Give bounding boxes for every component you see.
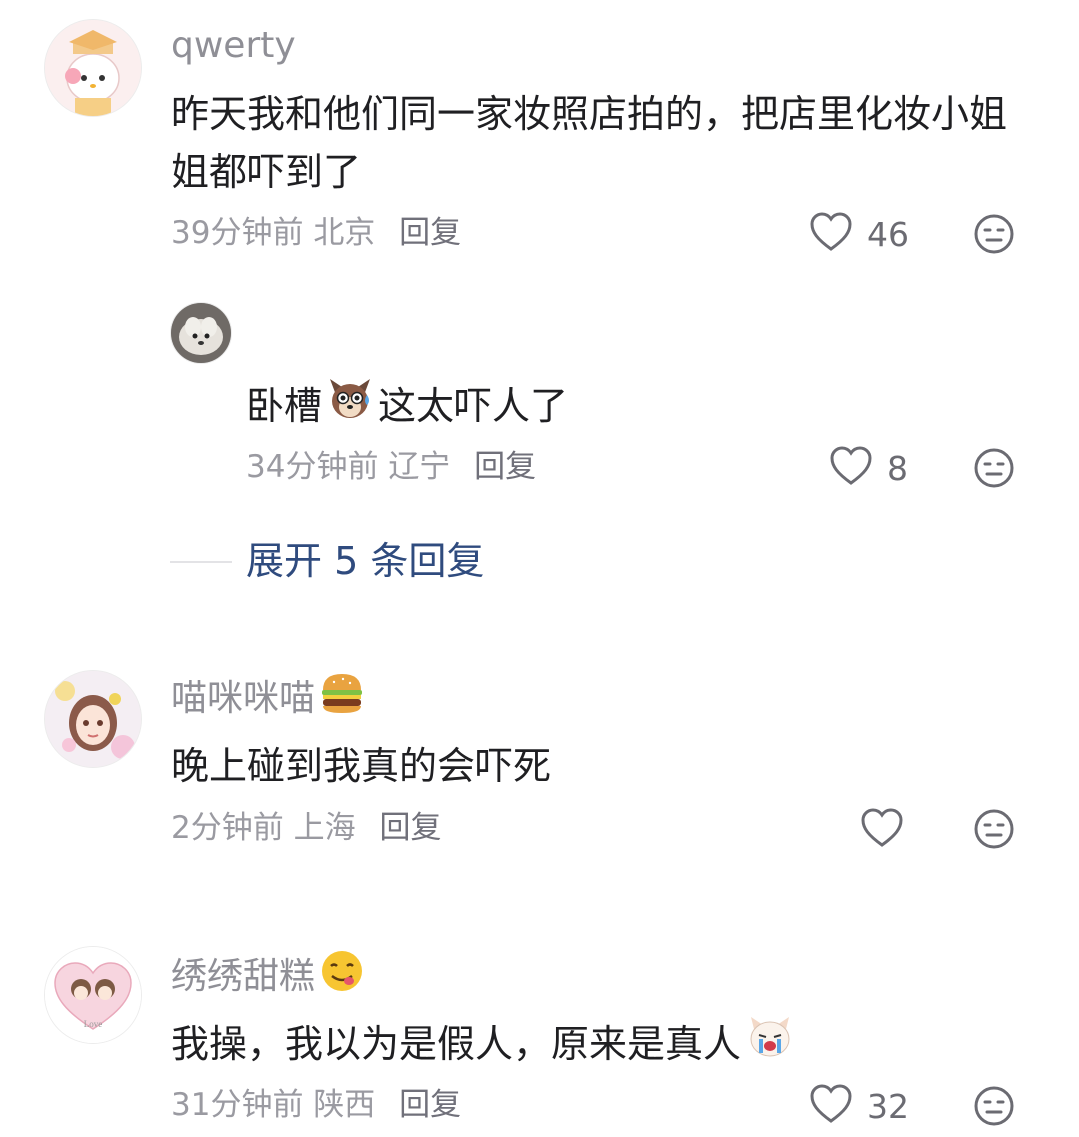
username[interactable]: qwerty — [171, 24, 296, 68]
crying-dog-emoji — [745, 1013, 795, 1075]
reply-button[interactable]: 回复 — [474, 449, 536, 485]
meh-face-icon — [973, 1086, 1015, 1131]
comment-text-part: 这太吓人了 — [378, 384, 569, 428]
like-button[interactable] — [860, 808, 918, 852]
dislike-button[interactable] — [973, 447, 1015, 493]
heart-icon — [860, 808, 904, 852]
comment-text: 昨天我和他们同一家妆照店拍的，把店里化妆小姐姐都吓到了 — [171, 92, 1008, 194]
username-text: 喵咪咪喵 — [171, 677, 316, 719]
comment-meta: 34分钟前 辽宁 回复 — [246, 447, 536, 487]
like-count: 32 — [867, 1086, 909, 1126]
reply-button[interactable]: 回复 — [399, 1087, 461, 1123]
yum-face-emoji — [319, 948, 365, 1005]
timestamp: 39分钟前 — [171, 215, 304, 251]
dislike-button[interactable] — [973, 1085, 1015, 1131]
expand-replies-button[interactable]: 展开 5 条回复 — [246, 538, 484, 584]
location: 上海 — [293, 810, 356, 846]
avatar[interactable]: Love — [44, 946, 142, 1044]
location: 陕西 — [313, 1087, 376, 1123]
location: 北京 — [313, 215, 376, 251]
username-text: 绣绣甜糕 — [171, 955, 316, 997]
like-count: 46 — [867, 214, 909, 254]
hamburger-emoji — [319, 670, 365, 727]
timestamp: 2分钟前 — [171, 810, 284, 846]
avatar[interactable] — [44, 670, 142, 768]
meh-face-icon — [973, 809, 1015, 854]
dislike-button[interactable] — [973, 213, 1015, 259]
username[interactable]: 喵咪咪喵 — [171, 670, 369, 727]
location: 辽宁 — [388, 449, 451, 485]
meh-face-icon — [973, 448, 1015, 493]
comment-meta: 31分钟前 陕西 回复 — [171, 1085, 461, 1125]
comment-text: 晚上碰到我真的会吓死 — [171, 744, 552, 788]
meh-face-icon — [973, 214, 1015, 259]
comment-text-part: 我操，我以为是假人，原来是真人 — [171, 1022, 742, 1066]
avatar[interactable] — [44, 19, 142, 117]
reply-button[interactable]: 回复 — [379, 810, 441, 846]
timestamp: 34分钟前 — [246, 449, 379, 485]
avatar-love-label: Love — [84, 1019, 103, 1029]
expand-divider — [170, 561, 232, 563]
timestamp: 31分钟前 — [171, 1087, 304, 1123]
like-button[interactable]: 46 — [809, 212, 909, 256]
dislike-button[interactable] — [973, 808, 1015, 854]
dog-sweat-emoji — [326, 375, 374, 437]
heart-icon — [829, 446, 873, 490]
heart-icon — [809, 212, 853, 256]
reply-button[interactable]: 回复 — [399, 215, 461, 251]
comment-text-part: 卧槽 — [246, 384, 323, 428]
like-button[interactable]: 8 — [829, 446, 908, 490]
like-button[interactable]: 32 — [809, 1084, 909, 1128]
like-count: 8 — [887, 448, 908, 488]
username[interactable]: 绣绣甜糕 — [171, 948, 369, 1005]
comment-meta: 2分钟前 上海 回复 — [171, 808, 441, 848]
comment-text: 我操，我以为是假人，原来是真人 — [171, 1013, 799, 1075]
avatar[interactable] — [170, 302, 232, 364]
heart-icon — [809, 1084, 853, 1128]
comment-text: 卧槽 这太吓人了 — [246, 375, 568, 437]
comment-meta: 39分钟前 北京 回复 — [171, 213, 461, 253]
